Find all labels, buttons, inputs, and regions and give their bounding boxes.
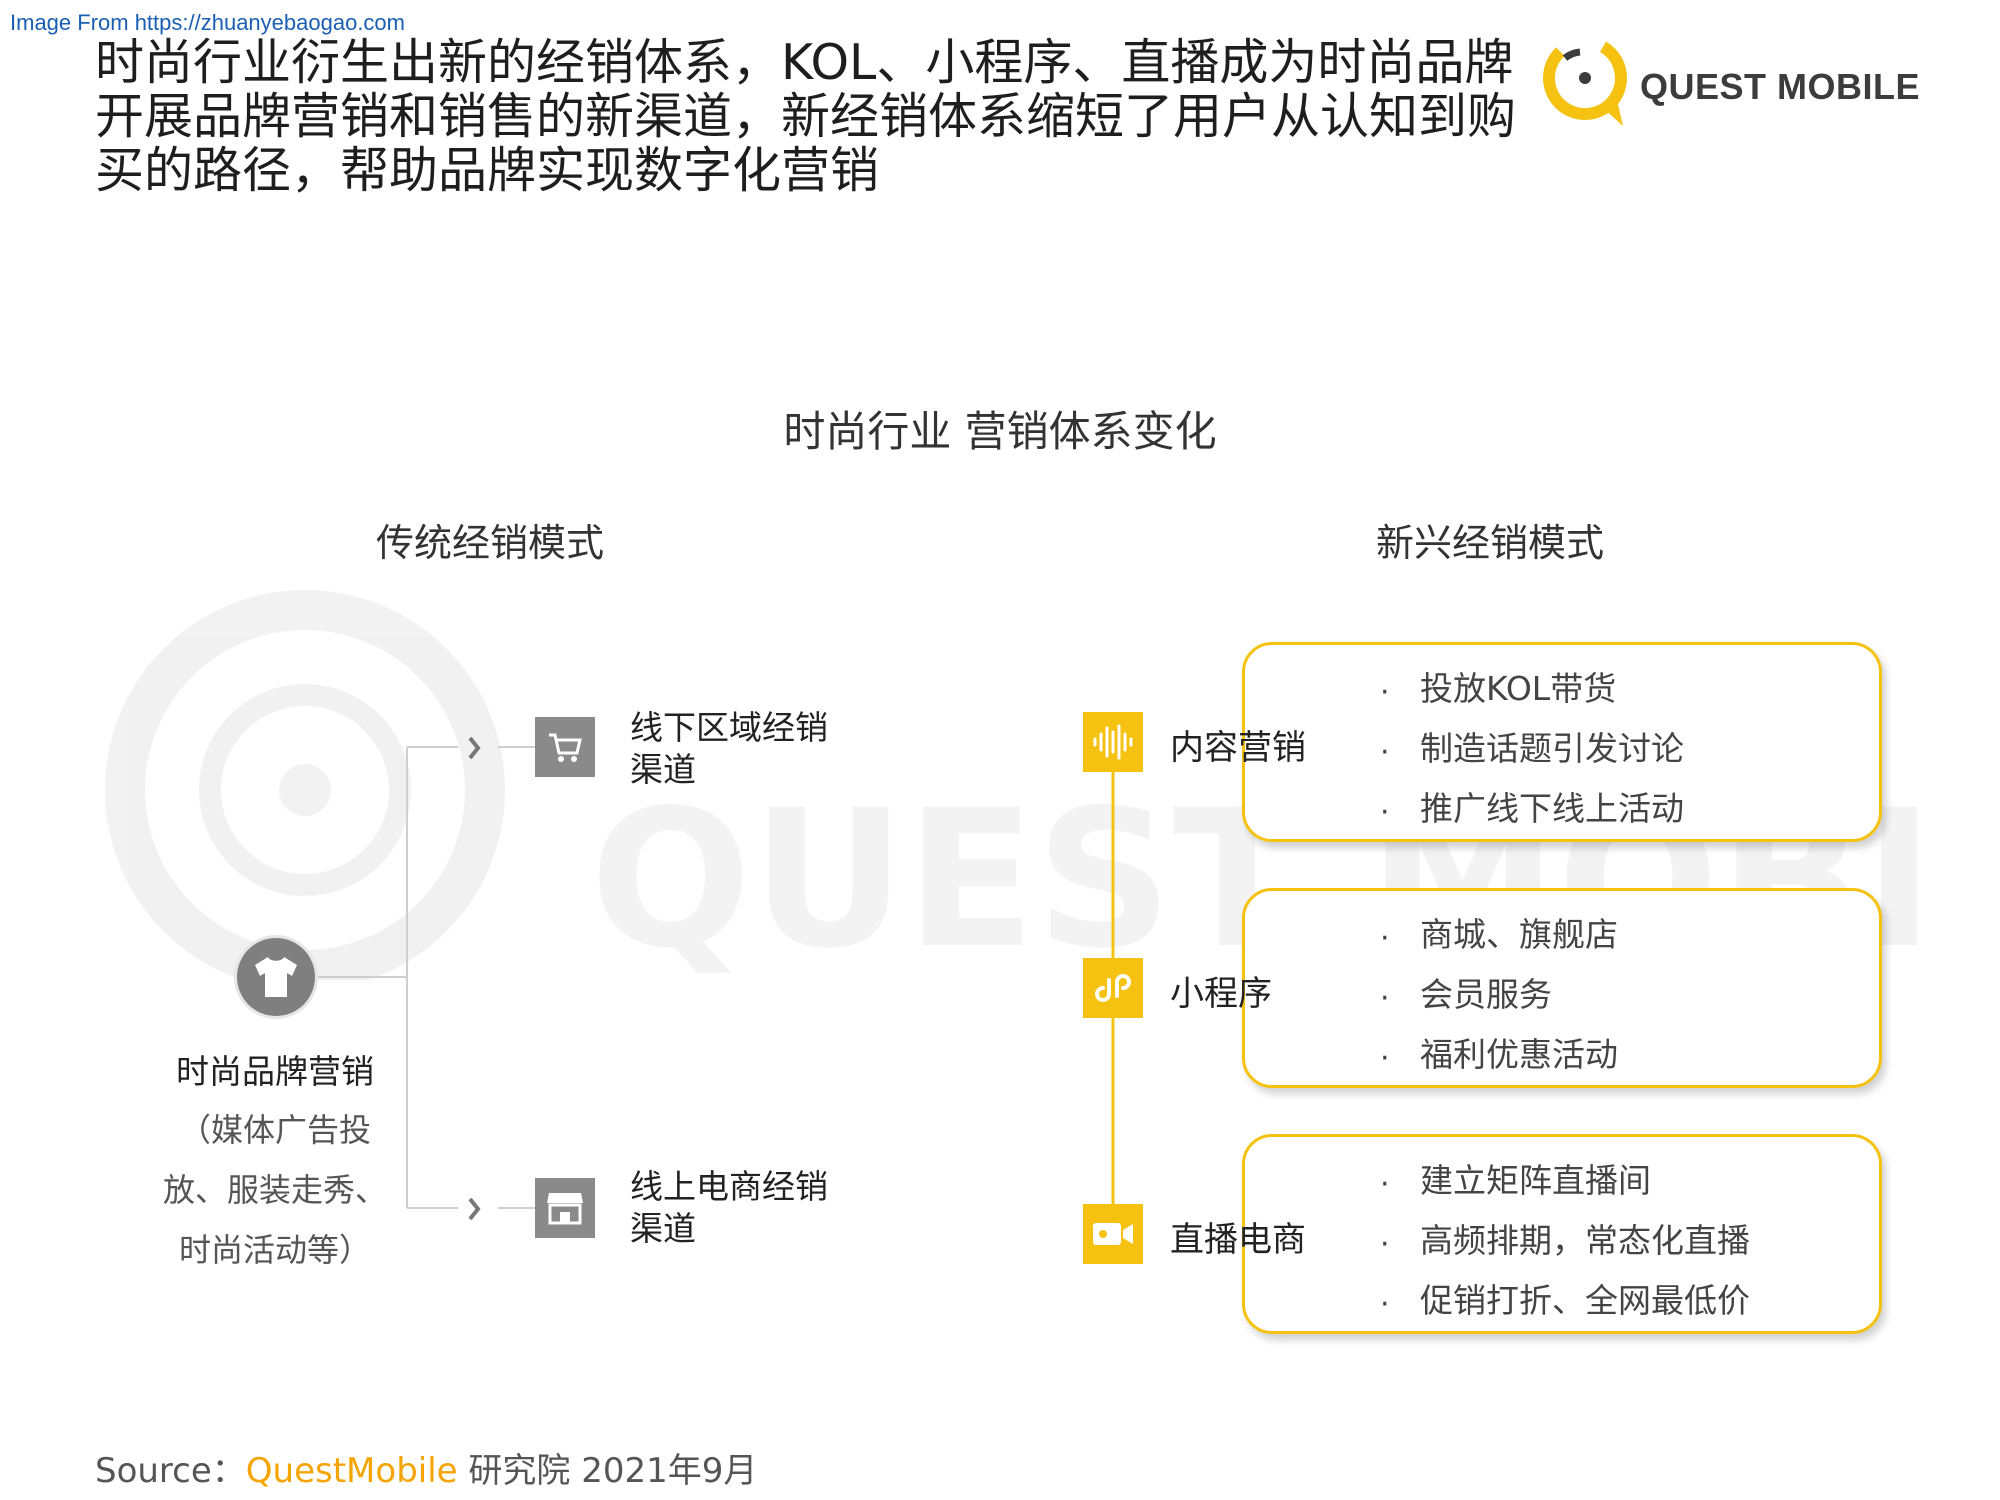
t-shirt-icon — [255, 957, 297, 997]
brand-icon-circle — [237, 938, 315, 1016]
list-item: 投放KOL带货 — [1245, 659, 1879, 723]
content-marketing-icon-box — [1083, 712, 1143, 772]
shopping-cart-icon — [549, 733, 582, 762]
video-camera-icon — [1093, 1223, 1133, 1245]
source-footnote: Source：QuestMobile 研究院 2021年9月 — [95, 1443, 757, 1492]
live-commerce-label: 直播电商 — [1170, 1220, 1306, 1260]
list-item: 福利优惠活动 — [1245, 1025, 1879, 1089]
brand-marketing-title: 时尚品牌营销 — [176, 1052, 374, 1091]
list-item: 商城、旗舰店 — [1245, 905, 1879, 969]
offline-channel-icon-box — [535, 717, 595, 777]
storefront-icon — [547, 1193, 583, 1225]
mini-program-icon — [1095, 974, 1131, 1002]
online-channel-icon-box — [535, 1178, 595, 1238]
content-marketing-label: 内容营销 — [1170, 728, 1306, 768]
source-brand: QuestMobile — [245, 1451, 458, 1491]
sound-wave-icon — [1093, 724, 1133, 760]
online-channel-label: 线上电商经销渠道 — [630, 1167, 828, 1248]
list-item: 建立矩阵直播间 — [1245, 1151, 1879, 1215]
source-suffix: 研究院 2021年9月 — [457, 1451, 758, 1491]
mini-program-label: 小程序 — [1170, 974, 1272, 1014]
source-prefix: Source： — [95, 1451, 246, 1491]
mini-program-icon-box — [1083, 958, 1143, 1018]
brand-marketing-description: （媒体广告投放、服装走秀、时尚活动等） — [162, 1111, 387, 1269]
list-item: 推广线下线上活动 — [1245, 779, 1879, 843]
live-commerce-icon-box — [1083, 1204, 1143, 1264]
offline-channel-label: 线下区域经销渠道 — [630, 708, 828, 789]
list-item: 促销打折、全网最低价 — [1245, 1271, 1879, 1335]
